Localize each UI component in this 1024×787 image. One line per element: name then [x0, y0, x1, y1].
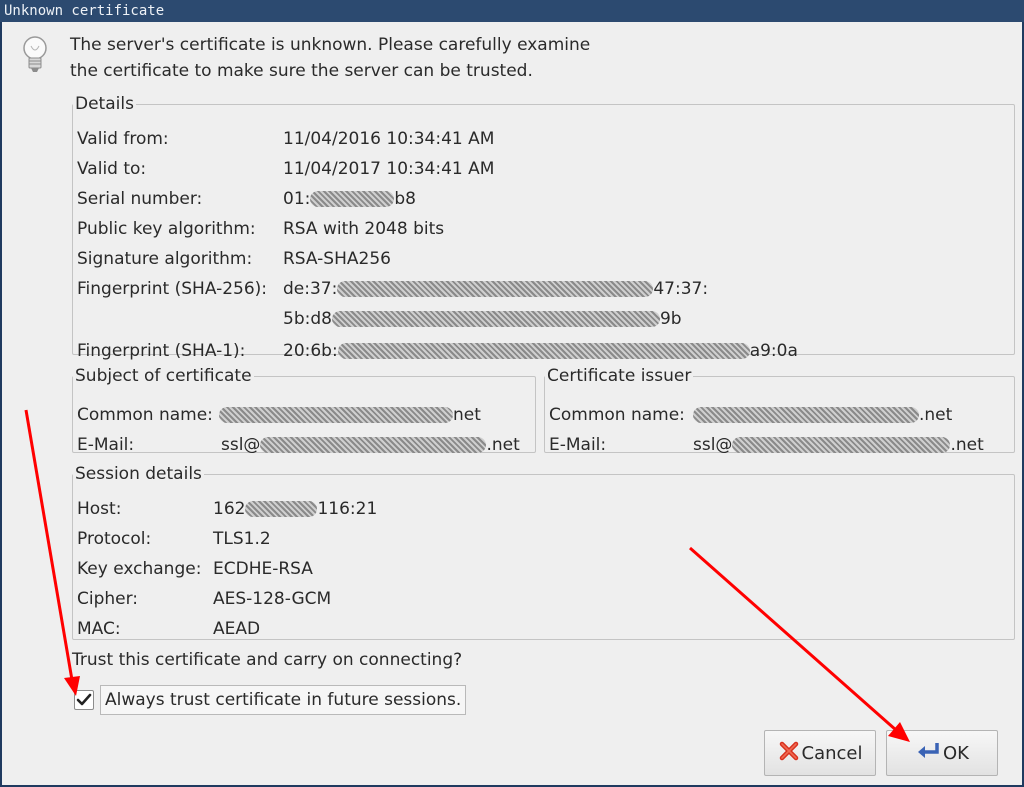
issuer-email-label: E-Mail: [549, 435, 607, 455]
redacted-block [337, 343, 750, 359]
details-legend: Details [75, 94, 134, 114]
subject-email-suffix: .net [486, 435, 520, 455]
fp256-line-2: 5b:d8 9b [283, 307, 682, 331]
session-group: Session details Host: 162 116:21 Protocol… [72, 465, 1015, 640]
protocol-value: TLS1.2 [213, 529, 271, 549]
host-value: 162 116:21 [213, 497, 377, 521]
session-legend: Session details [75, 464, 202, 484]
subject-legend: Subject of certificate [75, 366, 252, 386]
subject-cn-label: Common name: [77, 405, 213, 425]
always-trust-label[interactable]: Always trust certificate in future sessi… [100, 685, 467, 715]
serial-value: 01: b8 [283, 187, 416, 211]
subject-email-label: E-Mail: [77, 435, 135, 455]
valid-from-label: Valid from: [77, 129, 169, 149]
checkmark-icon [76, 693, 92, 706]
issuer-email-prefix: ssl@ [693, 435, 733, 455]
valid-to-value: 11/04/2017 10:34:41 AM [283, 159, 495, 179]
valid-to-label: Valid to: [77, 159, 147, 179]
valid-from-value: 11/04/2016 10:34:41 AM [283, 129, 495, 149]
host-prefix: 162 [213, 499, 246, 519]
fp1-suffix: a9:0a [749, 341, 798, 361]
kex-value: ECDHE-RSA [213, 559, 313, 579]
fp1-label: Fingerprint (SHA-1): [77, 341, 246, 361]
intro-line-2: the certificate to make sure the server … [70, 61, 533, 81]
sigalg-label: Signature algorithm: [77, 249, 253, 269]
mac-value: AEAD [213, 619, 261, 639]
redacted-block [245, 501, 318, 517]
redacted-block [310, 191, 395, 207]
intro-text: The server's certificate is unknown. Ple… [70, 32, 590, 84]
subject-group: Subject of certificate Common name: net … [72, 366, 536, 455]
issuer-email-value: ssl@ .net [693, 433, 984, 457]
redacted-block [732, 437, 951, 453]
fp256-l2-suffix: 9b [659, 309, 682, 329]
mac-label: MAC: [77, 619, 121, 639]
subject-email-prefix: ssl@ [221, 435, 261, 455]
redacted-block [219, 407, 453, 423]
ok-button[interactable]: OK [886, 730, 998, 776]
issuer-cn-value: .net [693, 403, 952, 427]
redacted-block [331, 311, 660, 327]
details-group: Details Valid from: 11/04/2016 10:34:41 … [72, 94, 1015, 361]
pubkey-label: Public key algorithm: [77, 219, 256, 239]
cipher-value: AES-128-GCM [213, 589, 332, 609]
cancel-button-label: Cancel [801, 742, 863, 764]
fp256-line-1: de:37: 47:37: [283, 277, 708, 301]
issuer-cn-suffix: .net [919, 405, 953, 425]
serial-prefix: 01: [283, 189, 311, 209]
issuer-group: Certificate issuer Common name: .net E-M… [544, 366, 1015, 455]
cipher-label: Cipher: [77, 589, 139, 609]
issuer-email-suffix: .net [950, 435, 984, 455]
red-x-icon [778, 740, 802, 767]
fp1-prefix: 20:6b: [283, 341, 338, 361]
always-trust-checkbox[interactable] [74, 690, 94, 710]
fp256-l2-prefix: 5b:d8 [283, 309, 332, 329]
kex-label: Key exchange: [77, 559, 202, 579]
fp1-value: 20:6b: a9:0a [283, 339, 798, 363]
trust-question: Trust this certificate and carry on conn… [72, 650, 463, 670]
certificate-dialog: The server's certificate is unknown. Ple… [2, 22, 1022, 785]
serial-label: Serial number: [77, 189, 203, 209]
host-label: Host: [77, 499, 122, 519]
fp256-label: Fingerprint (SHA-256): [77, 279, 268, 299]
cancel-button[interactable]: Cancel [764, 730, 876, 776]
protocol-label: Protocol: [77, 529, 152, 549]
redacted-block [260, 437, 487, 453]
pubkey-value: RSA with 2048 bits [283, 219, 445, 239]
lightbulb-icon [20, 34, 50, 83]
redacted-block [337, 281, 654, 297]
ok-button-label: OK [943, 742, 969, 764]
serial-suffix: b8 [394, 189, 416, 209]
sigalg-value: RSA-SHA256 [283, 249, 391, 269]
intro-line-1: The server's certificate is unknown. Ple… [70, 35, 591, 55]
fp256-l1-suffix: 47:37: [653, 279, 709, 299]
redacted-block [693, 407, 919, 423]
subject-cn-value: net [219, 403, 481, 427]
issuer-legend: Certificate issuer [547, 366, 692, 386]
subject-email-value: ssl@ .net [221, 433, 520, 457]
window-title: Unknown certificate [0, 0, 1024, 22]
host-suffix: 116:21 [317, 499, 378, 519]
subject-cn-suffix: net [453, 405, 481, 425]
enter-arrow-icon [915, 740, 943, 767]
issuer-cn-label: Common name: [549, 405, 685, 425]
fp256-l1-prefix: de:37: [283, 279, 338, 299]
